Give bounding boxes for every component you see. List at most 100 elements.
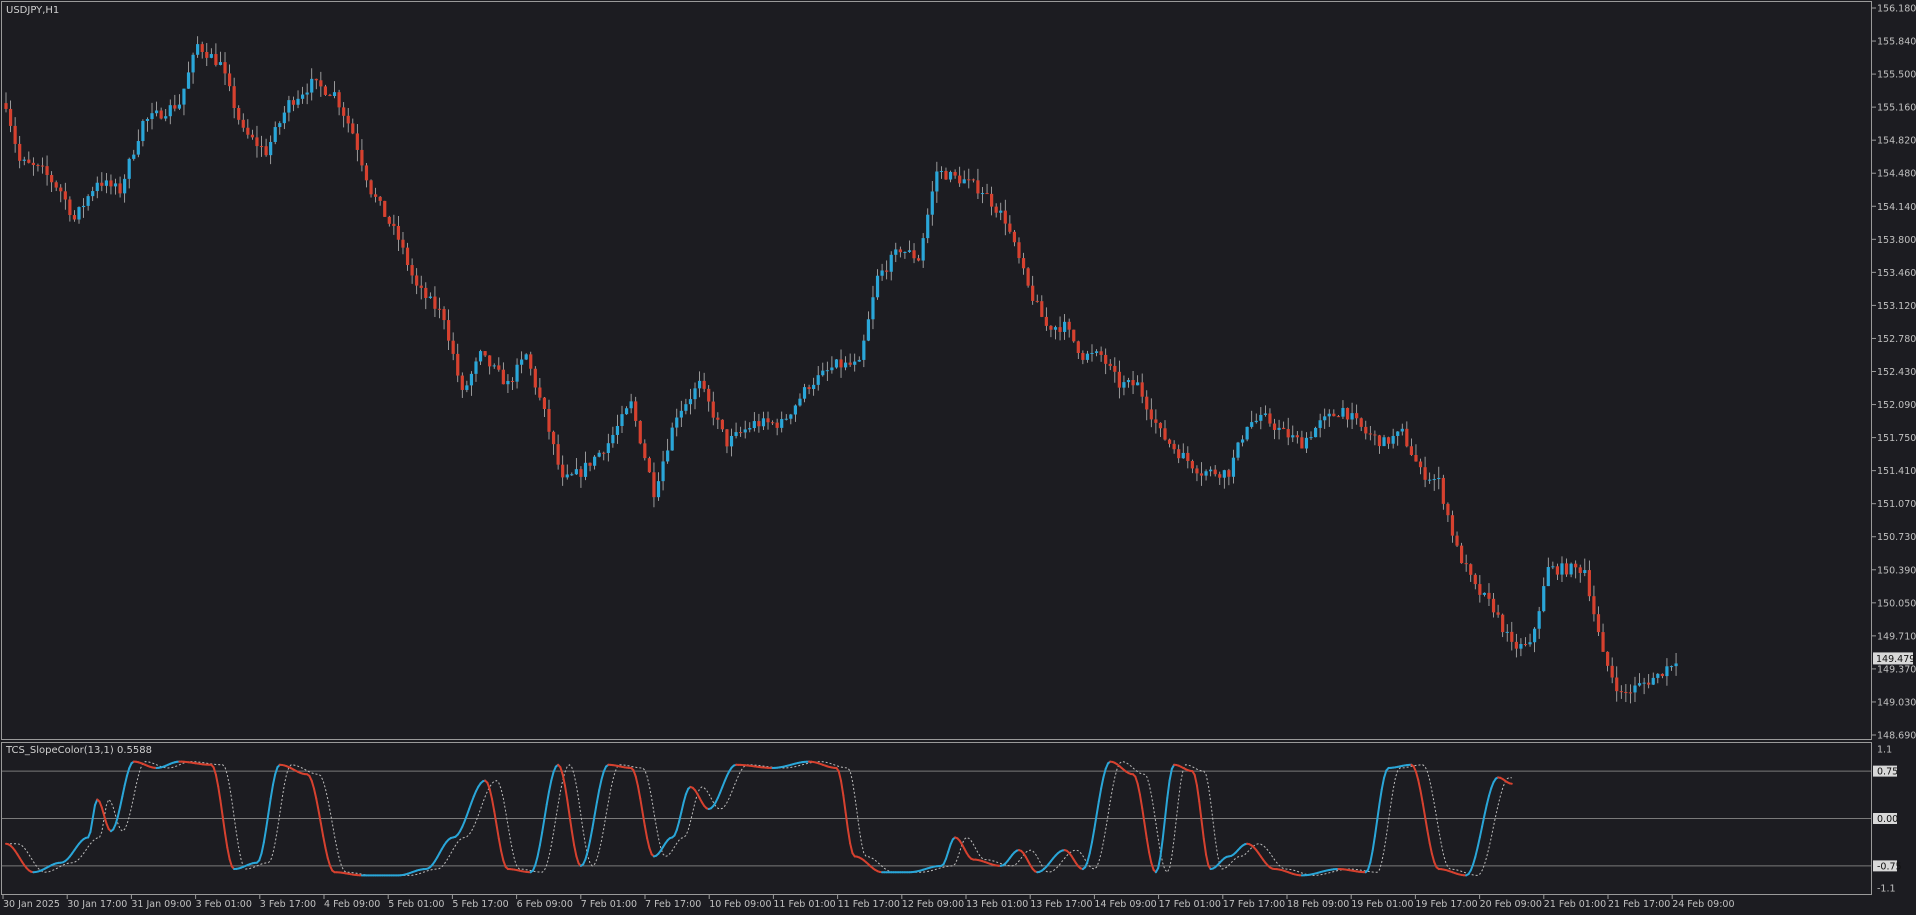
time-tick-label: 19 Feb 17:00 <box>1415 899 1477 910</box>
price-tick-label: 153.460 <box>1877 268 1916 279</box>
candle-body <box>1473 574 1477 585</box>
candle-body <box>1496 612 1500 615</box>
candle-body <box>1355 413 1359 419</box>
candle-body <box>59 187 63 192</box>
candle-body <box>1040 301 1044 317</box>
candle-body <box>711 401 715 418</box>
candle-body <box>50 175 54 183</box>
candle-body <box>150 113 154 120</box>
candle-body <box>1067 321 1071 330</box>
candle-body <box>91 191 95 197</box>
candle-body <box>145 119 150 121</box>
candle-body <box>1368 433 1372 435</box>
candle-body <box>1537 611 1541 629</box>
candle-body <box>761 418 766 427</box>
time-tick-label: 21 Feb 17:00 <box>1608 899 1670 910</box>
candle-body <box>1154 419 1158 423</box>
price-tick-label: 155.160 <box>1877 103 1916 114</box>
candle-body <box>173 105 177 109</box>
candle-body <box>396 225 401 240</box>
candle-body <box>848 362 852 365</box>
candle-body <box>1199 473 1204 476</box>
candle-body <box>757 421 761 427</box>
candle-body <box>1514 641 1518 649</box>
candle-body <box>1501 614 1505 633</box>
candle-body <box>497 365 501 370</box>
candle-body <box>524 354 528 360</box>
candle-body <box>86 196 90 206</box>
candle-body <box>27 159 31 163</box>
candle-body <box>1272 423 1277 430</box>
candle-body <box>492 365 496 367</box>
candle-body <box>415 275 419 286</box>
candle-body <box>109 180 113 187</box>
time-tick-label: 24 Feb 09:00 <box>1672 899 1734 910</box>
candle-body <box>1633 685 1637 693</box>
candle-body <box>510 380 515 382</box>
candle-body <box>401 239 405 248</box>
candle-body <box>1555 566 1560 575</box>
candle-body <box>1090 352 1094 354</box>
chart-canvas[interactable]: USDJPY,H1 TCS_SlopeColor(13,1) 0.5588 15… <box>0 0 1916 915</box>
candle-body <box>1017 242 1021 259</box>
candle-body <box>1318 420 1322 428</box>
price-tick-label: 154.480 <box>1877 169 1916 180</box>
candle-body <box>780 419 784 428</box>
candle-body <box>300 94 305 99</box>
candle-body <box>1350 413 1354 420</box>
candle-body <box>515 364 519 382</box>
candle-body <box>364 165 369 181</box>
candle-body <box>953 171 957 176</box>
candle-body <box>269 141 273 156</box>
time-tick-label: 11 Feb 17:00 <box>838 899 900 910</box>
candle-body <box>1400 428 1404 432</box>
candle-body <box>967 179 971 181</box>
candle-body <box>1560 563 1564 575</box>
candle-body <box>1163 428 1167 440</box>
candle-body <box>990 193 994 207</box>
candle-body <box>13 125 17 144</box>
candle-body <box>853 361 857 365</box>
time-tick-label: 7 Feb 17:00 <box>645 899 701 910</box>
candle-body <box>1222 470 1226 478</box>
price-tick-label: 152.780 <box>1877 334 1916 345</box>
candle-body <box>1259 414 1263 421</box>
candle-body <box>1637 683 1642 686</box>
candle-body <box>81 205 86 208</box>
candle-body <box>200 44 204 52</box>
candle-body <box>1167 439 1172 444</box>
candle-body <box>428 296 432 298</box>
candle-body <box>1254 420 1258 423</box>
candle-body <box>798 398 802 406</box>
candle-body <box>1656 673 1660 678</box>
candle-body <box>775 422 779 428</box>
candle-body <box>1236 442 1240 458</box>
candle-body <box>529 354 533 369</box>
candle-body <box>999 210 1003 213</box>
candle-body <box>483 351 487 356</box>
candle-body <box>1245 426 1249 440</box>
candle-body <box>465 385 469 390</box>
indicator-tick-label: -1.1 <box>1877 884 1896 895</box>
candle-body <box>1300 437 1304 449</box>
candle-body <box>917 258 921 261</box>
candle-body <box>1418 461 1423 468</box>
candle-body <box>332 92 337 97</box>
time-tick-label: 30 Jan 2025 <box>3 899 60 910</box>
candle-body <box>643 443 647 459</box>
indicator-tick-label: 0.00 <box>1877 814 1898 825</box>
candle-body <box>1345 407 1350 420</box>
candle-body <box>378 196 382 201</box>
candle-body <box>1482 592 1487 595</box>
candle-body <box>725 429 729 447</box>
candle-body <box>478 351 483 362</box>
candle-body <box>1149 409 1153 420</box>
candle-body <box>1053 327 1058 330</box>
time-tick-label: 13 Feb 01:00 <box>966 899 1028 910</box>
candle-body <box>1596 614 1601 633</box>
candle-body <box>570 474 574 476</box>
time-tick-label: 3 Feb 01:00 <box>196 899 252 910</box>
candle-body <box>1295 435 1299 438</box>
candle-body <box>743 429 747 433</box>
candle-body <box>1446 503 1450 516</box>
